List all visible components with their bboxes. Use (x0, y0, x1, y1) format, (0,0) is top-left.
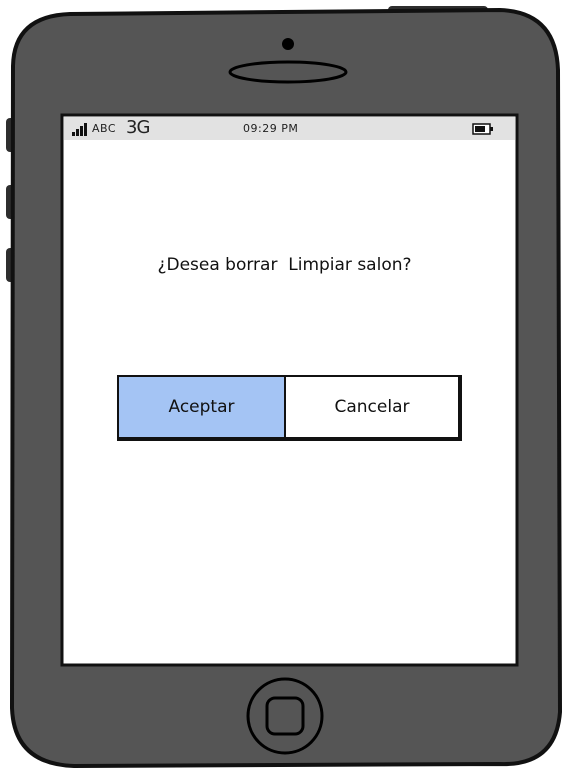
carrier-label: ABC (92, 122, 117, 135)
cancel-button[interactable]: Cancelar (285, 375, 462, 441)
phone-frame: ABC 3G 09:29 PM ¿Desea borrar Limpiar sa… (0, 0, 565, 771)
battery-icon (472, 123, 493, 135)
accept-button-label: Aceptar (168, 397, 235, 417)
status-bar: ABC 3G 09:29 PM (64, 117, 515, 140)
signal-bars-icon (72, 123, 87, 136)
cancel-button-label: Cancelar (334, 397, 410, 417)
network-type: 3G (126, 117, 150, 138)
camera-icon (282, 38, 294, 50)
status-time: 09:29 PM (243, 122, 299, 135)
speaker-icon (228, 60, 348, 84)
confirm-message: ¿Desea borrar Limpiar salon? (157, 255, 412, 275)
screen: ABC 3G 09:29 PM ¿Desea borrar Limpiar sa… (64, 117, 515, 663)
home-button-icon[interactable] (237, 674, 333, 758)
accept-button[interactable]: Aceptar (117, 375, 285, 441)
